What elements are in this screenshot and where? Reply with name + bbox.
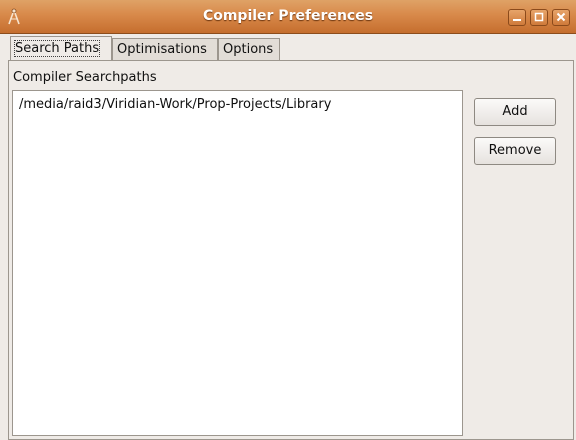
tab-label: Options [223,42,274,57]
tab-label: Optimisations [117,42,207,57]
minimize-icon[interactable] [508,9,526,26]
title-bar[interactable]: Compiler Preferences [0,0,576,34]
maximize-icon[interactable] [530,9,548,26]
add-button[interactable]: Add [474,98,556,126]
searchpaths-list[interactable]: /media/raid3/Viridian-Work/Prop-Projects… [12,90,463,436]
list-item[interactable]: /media/raid3/Viridian-Work/Prop-Projects… [19,97,331,112]
tab-optimisations[interactable]: Optimisations [112,38,218,60]
searchpaths-label: Compiler Searchpaths [13,70,157,85]
tab-search-paths[interactable]: Search Paths [10,36,112,61]
tab-options[interactable]: Options [218,38,280,60]
window-title: Compiler Preferences [202,8,374,24]
tab-label: Search Paths [13,40,101,57]
close-icon[interactable] [552,9,570,26]
remove-button[interactable]: Remove [474,137,556,165]
